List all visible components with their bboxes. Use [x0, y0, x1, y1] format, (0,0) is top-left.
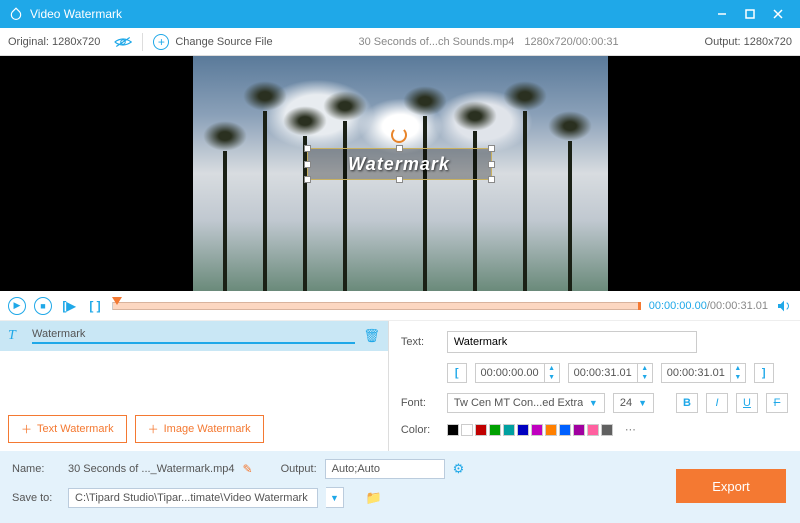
set-end-button[interactable]: ] [754, 363, 774, 383]
resize-handle[interactable] [396, 176, 403, 183]
resize-handle[interactable] [304, 145, 311, 152]
chevron-down-icon: ▼ [638, 398, 647, 408]
watermark-text-overlay: Watermark [348, 154, 450, 175]
font-label: Font: [401, 397, 439, 409]
color-swatch[interactable] [601, 424, 613, 436]
source-file-info: 1280x720/00:00:31 [524, 36, 618, 48]
more-colors-icon[interactable]: ⋯ [625, 423, 636, 436]
change-source-button[interactable]: + Change Source File [153, 34, 272, 50]
preview-area: Watermark [0, 56, 800, 291]
set-start-button[interactable]: [ [447, 363, 467, 383]
watermark-text-input[interactable] [447, 331, 697, 353]
plus-icon: ＋ [21, 421, 32, 437]
font-family-select[interactable]: Tw Cen MT Con...ed Extra Bold▼ [447, 393, 605, 413]
resize-handle[interactable] [488, 176, 495, 183]
preview-toggle-icon[interactable] [114, 33, 132, 51]
name-label: Name: [12, 463, 60, 475]
original-resolution-label: Original: 1280x720 [8, 36, 100, 48]
output-format-value[interactable]: Auto;Auto [325, 459, 445, 479]
color-swatch[interactable] [531, 424, 543, 436]
export-bar: Name: 30 Seconds of ..._Watermark.mp4 ✎ … [0, 451, 800, 523]
properties-panel: T Watermark 🗑 ＋Text Watermark ＋Image Wat… [0, 321, 800, 451]
color-swatches [447, 424, 613, 436]
color-swatch[interactable] [503, 424, 515, 436]
video-preview[interactable]: Watermark [193, 56, 608, 291]
color-label: Color: [401, 424, 439, 436]
save-path-dropdown[interactable]: ▼ [326, 487, 344, 508]
play-button[interactable]: ▶ [8, 297, 26, 315]
output-name-value: 30 Seconds of ..._Watermark.mp4 [68, 463, 235, 475]
text-label: Text: [401, 336, 439, 348]
color-swatch[interactable] [559, 424, 571, 436]
add-image-watermark-button[interactable]: ＋Image Watermark [135, 415, 264, 443]
watermark-list-item[interactable]: T Watermark 🗑 [0, 321, 388, 351]
chevron-down-icon: ▼ [589, 398, 598, 408]
timeline-controls: ▶ ■ [▶ [ ] 00:00:00.00/00:00:31.01 [0, 291, 800, 321]
plus-icon: + [153, 34, 169, 50]
output-label: Output: [281, 463, 317, 475]
timeline-end-marker[interactable] [638, 302, 641, 310]
resize-handle[interactable] [488, 145, 495, 152]
watermark-list-pane: T Watermark 🗑 ＋Text Watermark ＋Image Wat… [0, 321, 389, 451]
color-swatch[interactable] [517, 424, 529, 436]
timeline-track[interactable] [112, 302, 641, 310]
color-swatch[interactable] [545, 424, 557, 436]
font-size-select[interactable]: 24▼ [613, 393, 654, 413]
volume-icon[interactable] [776, 298, 792, 314]
edit-name-icon[interactable]: ✎ [243, 462, 253, 476]
close-button[interactable] [764, 0, 792, 28]
titlebar: Video Watermark [0, 0, 800, 28]
delete-watermark-icon[interactable]: 🗑 [363, 328, 380, 344]
save-path-input[interactable]: C:\Tipard Studio\Tipar...timate\Video Wa… [68, 488, 318, 508]
maximize-button[interactable] [736, 0, 764, 28]
resize-handle[interactable] [304, 176, 311, 183]
color-swatch[interactable] [475, 424, 487, 436]
strikethrough-button[interactable]: F [766, 393, 788, 413]
color-swatch[interactable] [573, 424, 585, 436]
save-to-label: Save to: [12, 492, 60, 504]
watermark-properties: Text: [ 00:00:00.00▲▼ 00:00:31.01▲▼ 00:0… [389, 321, 800, 451]
bold-button[interactable]: B [676, 393, 698, 413]
minimize-button[interactable] [708, 0, 736, 28]
underline-button[interactable]: U [736, 393, 758, 413]
color-swatch[interactable] [461, 424, 473, 436]
stop-button[interactable]: ■ [34, 297, 52, 315]
app-title: Video Watermark [30, 7, 708, 21]
app-logo-icon [8, 6, 24, 22]
italic-button[interactable]: I [706, 393, 728, 413]
add-text-watermark-button[interactable]: ＋Text Watermark [8, 415, 127, 443]
color-swatch[interactable] [489, 424, 501, 436]
output-resolution-label: Output: 1280x720 [705, 36, 792, 48]
resize-handle[interactable] [304, 161, 311, 168]
mark-out-button[interactable]: [ ] [86, 297, 104, 315]
duration-input[interactable]: 00:00:31.01▲▼ [661, 363, 746, 383]
watermark-item-label: Watermark [32, 328, 355, 344]
resize-handle[interactable] [488, 161, 495, 168]
color-swatch[interactable] [587, 424, 599, 436]
end-time-input[interactable]: 00:00:31.01▲▼ [568, 363, 653, 383]
timeline-start-marker[interactable] [112, 297, 122, 305]
text-type-icon: T [8, 328, 24, 344]
output-settings-icon[interactable]: ⚙ [453, 461, 465, 477]
toolbar: Original: 1280x720 + Change Source File … [0, 28, 800, 56]
time-display: 00:00:00.00/00:00:31.01 [649, 300, 768, 312]
color-swatch[interactable] [447, 424, 459, 436]
start-time-input[interactable]: 00:00:00.00▲▼ [475, 363, 560, 383]
plus-icon: ＋ [148, 421, 159, 437]
source-file-name: 30 Seconds of...ch Sounds.mp4 [358, 36, 514, 48]
resize-handle[interactable] [396, 145, 403, 152]
browse-folder-icon[interactable]: 📁 [366, 490, 382, 506]
watermark-box[interactable]: Watermark [307, 148, 492, 180]
export-button[interactable]: Export [676, 469, 786, 503]
rotate-handle-icon[interactable] [391, 127, 407, 143]
mark-in-button[interactable]: [▶ [60, 297, 78, 315]
